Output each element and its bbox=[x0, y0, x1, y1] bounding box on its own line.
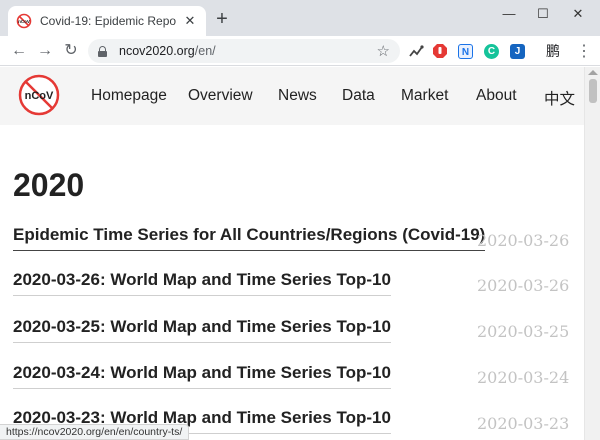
post-date: 2020-03-25 bbox=[477, 322, 570, 341]
nav-chinese[interactable]: 中文 bbox=[544, 87, 575, 109]
main-content: 2020 Epidemic Time Series for All Countr… bbox=[0, 125, 584, 440]
url-host: ncov2020.org bbox=[119, 44, 195, 58]
page-scrollbar[interactable] bbox=[584, 67, 600, 440]
year-heading: 2020 bbox=[13, 167, 85, 203]
extension-n-icon[interactable]: N bbox=[458, 44, 473, 59]
nav-data[interactable]: Data bbox=[342, 87, 375, 105]
browser-menu-icon[interactable]: ⋮ bbox=[576, 41, 592, 61]
tab-close-icon[interactable]: ✕ bbox=[182, 13, 198, 29]
nav-about[interactable]: About bbox=[476, 87, 517, 105]
bookmark-star-icon[interactable]: ☆ bbox=[377, 42, 390, 60]
reload-button[interactable]: ↻ bbox=[60, 40, 82, 62]
forward-button[interactable]: → bbox=[34, 40, 56, 62]
url-path: /en/ bbox=[194, 44, 216, 58]
window-close-button[interactable]: ✕ bbox=[566, 4, 590, 24]
ncov-logo[interactable]: nCoV bbox=[18, 74, 60, 116]
address-bar[interactable]: ncov2020.org/en/ ☆ bbox=[88, 39, 400, 63]
status-url-bubble: https://ncov2020.org/en/en/country-ts/ bbox=[0, 424, 190, 440]
scroll-up-arrow-icon[interactable] bbox=[588, 70, 598, 75]
nav-homepage[interactable]: Homepage bbox=[91, 87, 167, 105]
nav-market[interactable]: Market bbox=[401, 87, 448, 105]
post-date: 2020-03-23 bbox=[477, 414, 570, 433]
logo-text: nCoV bbox=[25, 90, 54, 102]
svg-text:nCoV: nCoV bbox=[18, 19, 30, 24]
browser-tab-strip: nCoV Covid-19: Epidemic Reports - Covid-… bbox=[0, 0, 600, 36]
post-date: 2020-03-26 bbox=[477, 231, 570, 250]
nav-overview[interactable]: Overview bbox=[188, 87, 253, 105]
post-title-link[interactable]: 2020-03-25: World Map and Time Series To… bbox=[13, 317, 391, 343]
extension-signal-icon[interactable] bbox=[408, 43, 424, 59]
grammarly-extension-icon[interactable]: C bbox=[484, 44, 499, 59]
browser-toolbar: ← → ↻ ncov2020.org/en/ ☆ N C J 鹏 ⋮ bbox=[0, 36, 600, 66]
post-date: 2020-03-26 bbox=[477, 276, 570, 295]
post-date: 2020-03-24 bbox=[477, 368, 570, 387]
lock-icon[interactable] bbox=[98, 45, 107, 57]
tab-title: Covid-19: Epidemic Reports - Covid-19 bbox=[40, 14, 176, 28]
site-header: nCoV Homepage Overview News Data Market … bbox=[0, 67, 584, 125]
adblock-extension-icon[interactable] bbox=[432, 43, 448, 59]
site-favicon-icon: nCoV bbox=[16, 13, 32, 29]
post-title-link[interactable]: 2020-03-24: World Map and Time Series To… bbox=[13, 363, 391, 389]
new-tab-button[interactable]: + bbox=[212, 9, 232, 29]
scrollbar-thumb[interactable] bbox=[589, 79, 597, 103]
browser-tab[interactable]: nCoV Covid-19: Epidemic Reports - Covid-… bbox=[8, 6, 206, 36]
profile-avatar[interactable]: 鹏 bbox=[546, 41, 560, 61]
extension-j-icon[interactable]: J bbox=[510, 44, 525, 59]
address-url[interactable]: ncov2020.org/en/ bbox=[119, 44, 377, 58]
back-button[interactable]: ← bbox=[8, 40, 30, 62]
post-title-link[interactable]: Epidemic Time Series for All Countries/R… bbox=[13, 225, 486, 251]
post-title-link[interactable]: 2020-03-26: World Map and Time Series To… bbox=[13, 270, 391, 296]
minimize-button[interactable]: — bbox=[497, 4, 521, 24]
nav-news[interactable]: News bbox=[278, 87, 317, 105]
maximize-button[interactable]: ☐ bbox=[531, 4, 555, 24]
